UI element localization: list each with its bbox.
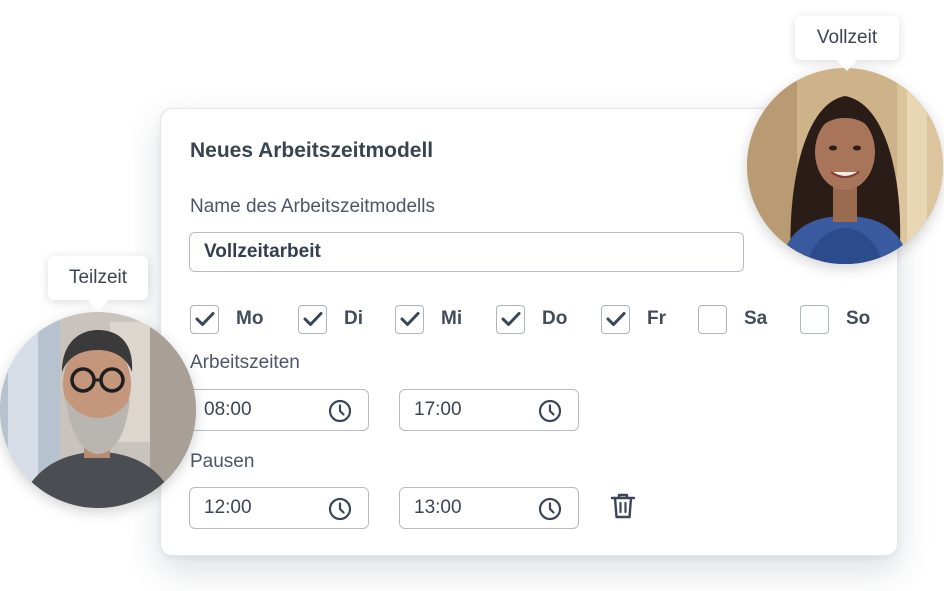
checkmark-icon: [195, 312, 214, 326]
day-thursday[interactable]: Do: [496, 303, 567, 335]
clock-icon[interactable]: [328, 399, 352, 423]
day-label: So: [846, 308, 871, 329]
day-label: Di: [344, 308, 363, 329]
day-label: Do: [542, 308, 568, 329]
card-title: Neues Arbeitszeitmodell: [190, 139, 434, 162]
time-value: 12:00: [204, 497, 252, 518]
avatar-part-time: [0, 312, 196, 508]
schedule-name-input[interactable]: Vollzeitarbeit: [189, 232, 744, 272]
day-label: Mi: [441, 308, 463, 329]
badge-full-time: Vollzeit: [795, 16, 899, 71]
badge-part-time: Teilzeit: [48, 256, 148, 311]
badge-label: Teilzeit: [68, 267, 128, 288]
day-label: Fr: [647, 308, 666, 329]
checkbox-friday[interactable]: [601, 304, 630, 334]
checkmark-icon: [501, 312, 520, 326]
badge-label: Vollzeit: [816, 27, 878, 48]
avatar-full-time: [747, 68, 943, 264]
checkbox-tuesday[interactable]: [298, 304, 327, 334]
clock-icon[interactable]: [328, 497, 352, 521]
day-monday[interactable]: Mo: [190, 303, 263, 335]
day-saturday[interactable]: Sa: [698, 303, 767, 335]
checkbox-monday[interactable]: [190, 304, 219, 334]
trash-icon[interactable]: [610, 492, 636, 520]
break-start-input[interactable]: 12:00: [189, 487, 369, 529]
day-label: Sa: [744, 308, 768, 329]
checkbox-saturday[interactable]: [698, 304, 727, 334]
day-wednesday[interactable]: Mi: [395, 303, 462, 335]
checkmark-icon: [400, 312, 419, 326]
work-hours-label: Arbeitszeiten: [190, 352, 300, 373]
work-start-input[interactable]: 08:00: [189, 389, 369, 431]
breaks-label: Pausen: [190, 451, 255, 472]
clock-icon[interactable]: [538, 399, 562, 423]
name-field-label: Name des Arbeitszeitmodells: [190, 196, 435, 217]
day-tuesday[interactable]: Di: [298, 303, 363, 335]
work-end-input[interactable]: 17:00: [399, 389, 579, 431]
day-friday[interactable]: Fr: [601, 303, 666, 335]
portrait-man-image: [0, 312, 196, 508]
time-value: 17:00: [414, 399, 462, 420]
checkbox-wednesday[interactable]: [395, 304, 424, 334]
time-value: 08:00: [204, 399, 252, 420]
break-end-input[interactable]: 13:00: [399, 487, 579, 529]
checkmark-icon: [606, 312, 625, 326]
day-sunday[interactable]: So: [800, 303, 870, 335]
checkbox-sunday[interactable]: [800, 304, 829, 334]
checkbox-thursday[interactable]: [496, 304, 525, 334]
time-value: 13:00: [414, 497, 462, 518]
checkmark-icon: [303, 312, 322, 326]
portrait-woman-image: [747, 68, 943, 264]
day-label: Mo: [236, 308, 264, 329]
clock-icon[interactable]: [538, 497, 562, 521]
